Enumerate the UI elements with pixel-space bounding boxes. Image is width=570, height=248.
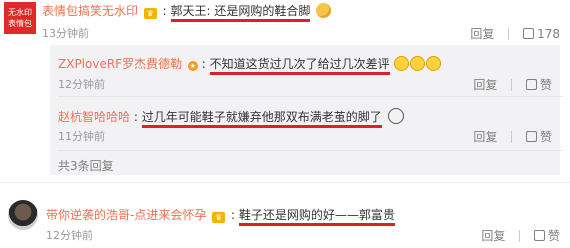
more-replies-link[interactable]: 共3条回复: [58, 157, 114, 174]
reply-text: 过几年可能鞋子就嫌弃他那双布满老茧的脚了: [141, 110, 382, 128]
reply-time: 12分钟前: [58, 78, 105, 91]
avatar[interactable]: Avatar: [8, 200, 38, 230]
reply-time: 11分钟前: [58, 130, 105, 143]
divider: [511, 131, 513, 143]
like-icon[interactable]: [525, 131, 537, 142]
avatar[interactable]: 无水印 表情包: [4, 2, 36, 34]
laughing-emoji-icon: [426, 56, 442, 71]
reply-button[interactable]: 回复: [481, 229, 505, 243]
emoji-face-icon: [387, 108, 404, 124]
vip-badge-icon: ★: [187, 61, 198, 71]
reply-button[interactable]: 回复: [470, 27, 494, 41]
comment-text: 郭天王: 还是网购的鞋合脚: [170, 4, 311, 22]
colon: :: [201, 57, 206, 71]
colon: :: [162, 4, 167, 18]
comment-username[interactable]: 表情包搞笑无水印: [42, 4, 138, 18]
reply-username[interactable]: ZXPloveRF罗杰费德勒: [58, 57, 182, 71]
divider: [0, 182, 570, 183]
like-count[interactable]: 178: [537, 27, 560, 41]
reply-actions: 回复 赞: [473, 128, 552, 145]
divider: [519, 230, 521, 242]
comment-actions: 回复 178: [470, 25, 560, 42]
reply-button[interactable]: 回复: [473, 78, 497, 92]
avatar-caption: Avatar: [8, 200, 9, 201]
reply-actions: 回复 赞: [473, 76, 552, 93]
like-button[interactable]: 赞: [540, 78, 552, 92]
colon: :: [133, 110, 138, 124]
reply-body: 赵杭智哈哈哈 : 过几年可能鞋子就嫌弃他那双布满老茧的脚了: [58, 108, 404, 128]
comment-body: 带你逆袭的浩哥-点进来会怀孕 ♛ : 鞋子还是网购的好——郭富贵: [46, 207, 395, 226]
doge-emoji-icon: [316, 3, 332, 18]
like-button[interactable]: 赞: [548, 229, 560, 243]
laughing-emoji-icon: [394, 56, 410, 71]
comment-time: 13分钟前: [42, 27, 89, 40]
divider: [511, 79, 513, 91]
comment-time: 12分钟前: [46, 229, 93, 242]
avatar-text: 表情包: [8, 19, 32, 28]
like-icon[interactable]: [533, 230, 545, 241]
crown-icon: ♛: [212, 212, 226, 223]
reply-button[interactable]: 回复: [473, 130, 497, 144]
comment-username[interactable]: 带你逆袭的浩哥-点进来会怀孕: [46, 208, 206, 222]
laughing-emoji-icon: [410, 56, 426, 71]
comment-actions: 回复 赞: [481, 227, 560, 244]
crown-icon: ♛: [143, 8, 157, 19]
divider: [58, 96, 563, 97]
comment-body: 表情包搞笑无水印 ♛ : 郭天王: 还是网购的鞋合脚: [42, 3, 332, 22]
avatar-text: 无水印: [8, 8, 32, 17]
like-button[interactable]: 赞: [540, 130, 552, 144]
like-icon[interactable]: [525, 79, 537, 90]
reply-text: 不知道这货过几次了给过几次差评: [209, 57, 390, 75]
like-icon[interactable]: [523, 28, 535, 39]
reply-body: ZXPloveRF罗杰费德勒 ★ : 不知道这货过几次了给过几次差评: [58, 56, 442, 75]
comment-text: 鞋子还是网购的好——郭富贵: [238, 208, 395, 226]
colon: :: [231, 208, 236, 222]
reply-username[interactable]: 赵杭智哈哈哈: [58, 110, 130, 124]
divider: [508, 28, 510, 40]
divider: [58, 150, 563, 151]
